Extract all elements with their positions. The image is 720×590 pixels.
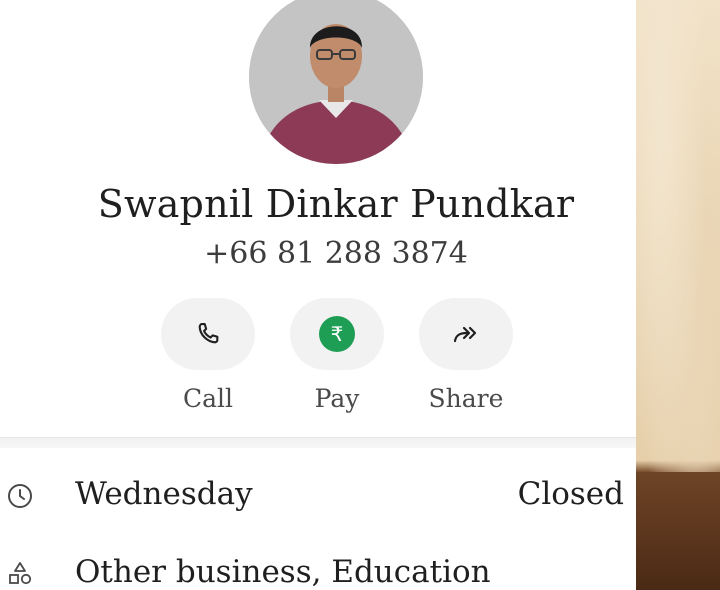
call-label: Call: [182, 384, 234, 413]
call-button-bubble[interactable]: [161, 298, 255, 370]
category-shapes-icon: [9, 562, 32, 585]
business-hours-row[interactable]: Wednesday Closed: [0, 468, 636, 528]
call-button[interactable]: Call: [160, 298, 256, 413]
hours-status: Closed: [517, 476, 624, 512]
share-button-bubble[interactable]: [419, 298, 513, 370]
contact-phone-number[interactable]: +66 81 288 3874: [0, 236, 672, 271]
pay-button-bubble[interactable]: ₹: [290, 298, 384, 370]
pay-button[interactable]: ₹ Pay: [289, 298, 385, 413]
business-category: Other business, Education: [75, 554, 491, 590]
hours-day: Wednesday: [75, 476, 253, 512]
avatar[interactable]: [249, 0, 423, 164]
rupee-icon: ₹: [319, 316, 355, 352]
avatar-photo: [249, 0, 423, 164]
share-arrow-icon: [453, 326, 477, 343]
section-divider: [0, 437, 636, 448]
contact-name: Swapnil Dinkar Pundkar: [97, 182, 575, 226]
share-button[interactable]: Share: [418, 298, 514, 413]
background-photo: [636, 0, 720, 590]
clock-icon: [8, 484, 32, 508]
contact-panel: Swapnil Dinkar Pundkar +66 81 288 3874 C…: [0, 0, 636, 590]
share-label: Share: [428, 384, 504, 413]
phone-icon: [198, 323, 219, 344]
wood-surface: [636, 472, 720, 590]
pay-label: Pay: [314, 384, 360, 413]
business-category-row[interactable]: Other business, Education: [0, 546, 636, 590]
